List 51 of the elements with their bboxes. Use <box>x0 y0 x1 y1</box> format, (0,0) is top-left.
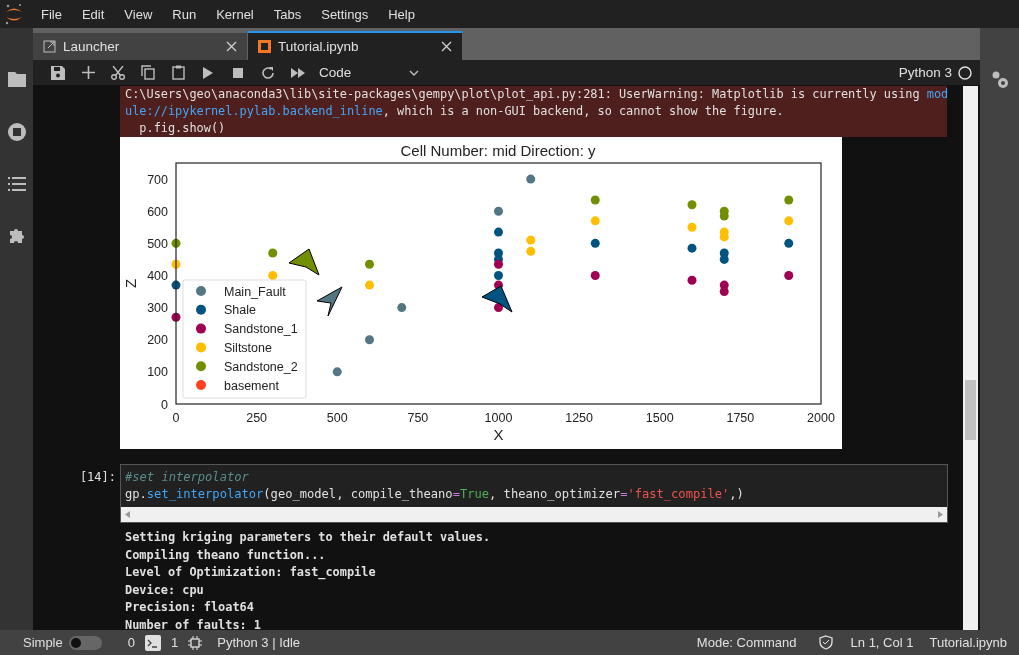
axis-label: Z <box>122 278 139 289</box>
tick-label: 100 <box>147 365 168 380</box>
tick-label: 700 <box>147 172 168 187</box>
menu-item[interactable]: Run <box>172 6 197 22</box>
tick-label: 200 <box>147 333 168 348</box>
link[interactable]: ule://ipykernel.pylab.backend_inline <box>125 104 383 118</box>
tick-label: 0 <box>172 411 180 425</box>
tick-label: 1500 <box>645 411 674 425</box>
tab[interactable]: Tutorial.ipynb <box>248 31 462 60</box>
menu-item[interactable]: Settings <box>321 6 369 22</box>
kernel-count[interactable]: 1 <box>171 635 179 650</box>
menu-item[interactable]: View <box>124 6 153 22</box>
terminal-count[interactable]: 0 <box>127 635 135 650</box>
legend-label: Shale <box>224 303 256 318</box>
kernel-name[interactable]: Python 3 <box>898 65 952 80</box>
legend-label: Main_Fault <box>224 284 286 299</box>
link[interactable]: mod <box>926 87 949 101</box>
legend-label: Sandstone_2 <box>224 359 298 374</box>
tick-label: 1000 <box>484 411 513 425</box>
legend-label: Sandstone_1 <box>224 322 298 337</box>
tick-label: 2000 <box>807 411 835 425</box>
kernel-status[interactable]: Python 3 | Idle <box>217 635 301 650</box>
menu-item[interactable]: Tabs <box>273 6 302 22</box>
tick-label: 600 <box>147 204 168 219</box>
cell-type-dropdown[interactable]: Code <box>319 65 419 80</box>
tick-label: 1750 <box>726 411 755 425</box>
tick-label: 500 <box>326 411 348 425</box>
file-name: Tutorial.ipynb <box>929 635 1007 650</box>
cursor-position[interactable]: Ln 1, Col 1 <box>850 635 914 650</box>
tick-label: 250 <box>246 411 268 425</box>
mode-indicator[interactable]: Mode: Command <box>696 635 797 650</box>
simple-mode-label: Simple <box>23 635 63 650</box>
menu-item[interactable]: Help <box>388 6 415 22</box>
code-editor[interactable]: #set interpolator gp.set_interpolator(geo_model, compile_theano=True, theano_optimizer='fast_compile',) <box>120 464 948 523</box>
axis-label: X <box>493 426 504 443</box>
error-output: C:\Users\geo\anaconda3\lib\site-packages\gempy\plot\plot_api.py:281: UserWarning: Matplotlib is currently using mod ule://ipykernel.pylab.backend_inline, which is a non-GUI backend, so cannot show the figure. p.fig.show() <box>120 86 947 137</box>
menu-item[interactable]: Edit <box>81 6 105 22</box>
chart-title: Cell Number: mid Direction: y <box>400 142 596 159</box>
tick-label: 1250 <box>565 411 594 425</box>
menu-item[interactable]: Kernel <box>216 6 254 22</box>
menu-item[interactable]: File <box>41 6 62 22</box>
tick-label: 750 <box>407 411 429 425</box>
tick-label: 0 <box>161 397 168 412</box>
tick-label: 300 <box>147 301 168 316</box>
legend-label: basement <box>224 378 279 393</box>
tick-label: 500 <box>147 236 168 251</box>
tab[interactable]: Launcher <box>33 33 247 60</box>
cell-output: Setting kriging parameters to their default values. Compiling theano function... Level of Optimization: fast_compile Device: cpu Precision: float64 Number of faults: 1 <box>124 529 492 630</box>
cell-prompt: [14]: <box>78 469 117 486</box>
legend-label: Siltstone <box>224 340 272 355</box>
tick-label: 400 <box>147 268 168 283</box>
